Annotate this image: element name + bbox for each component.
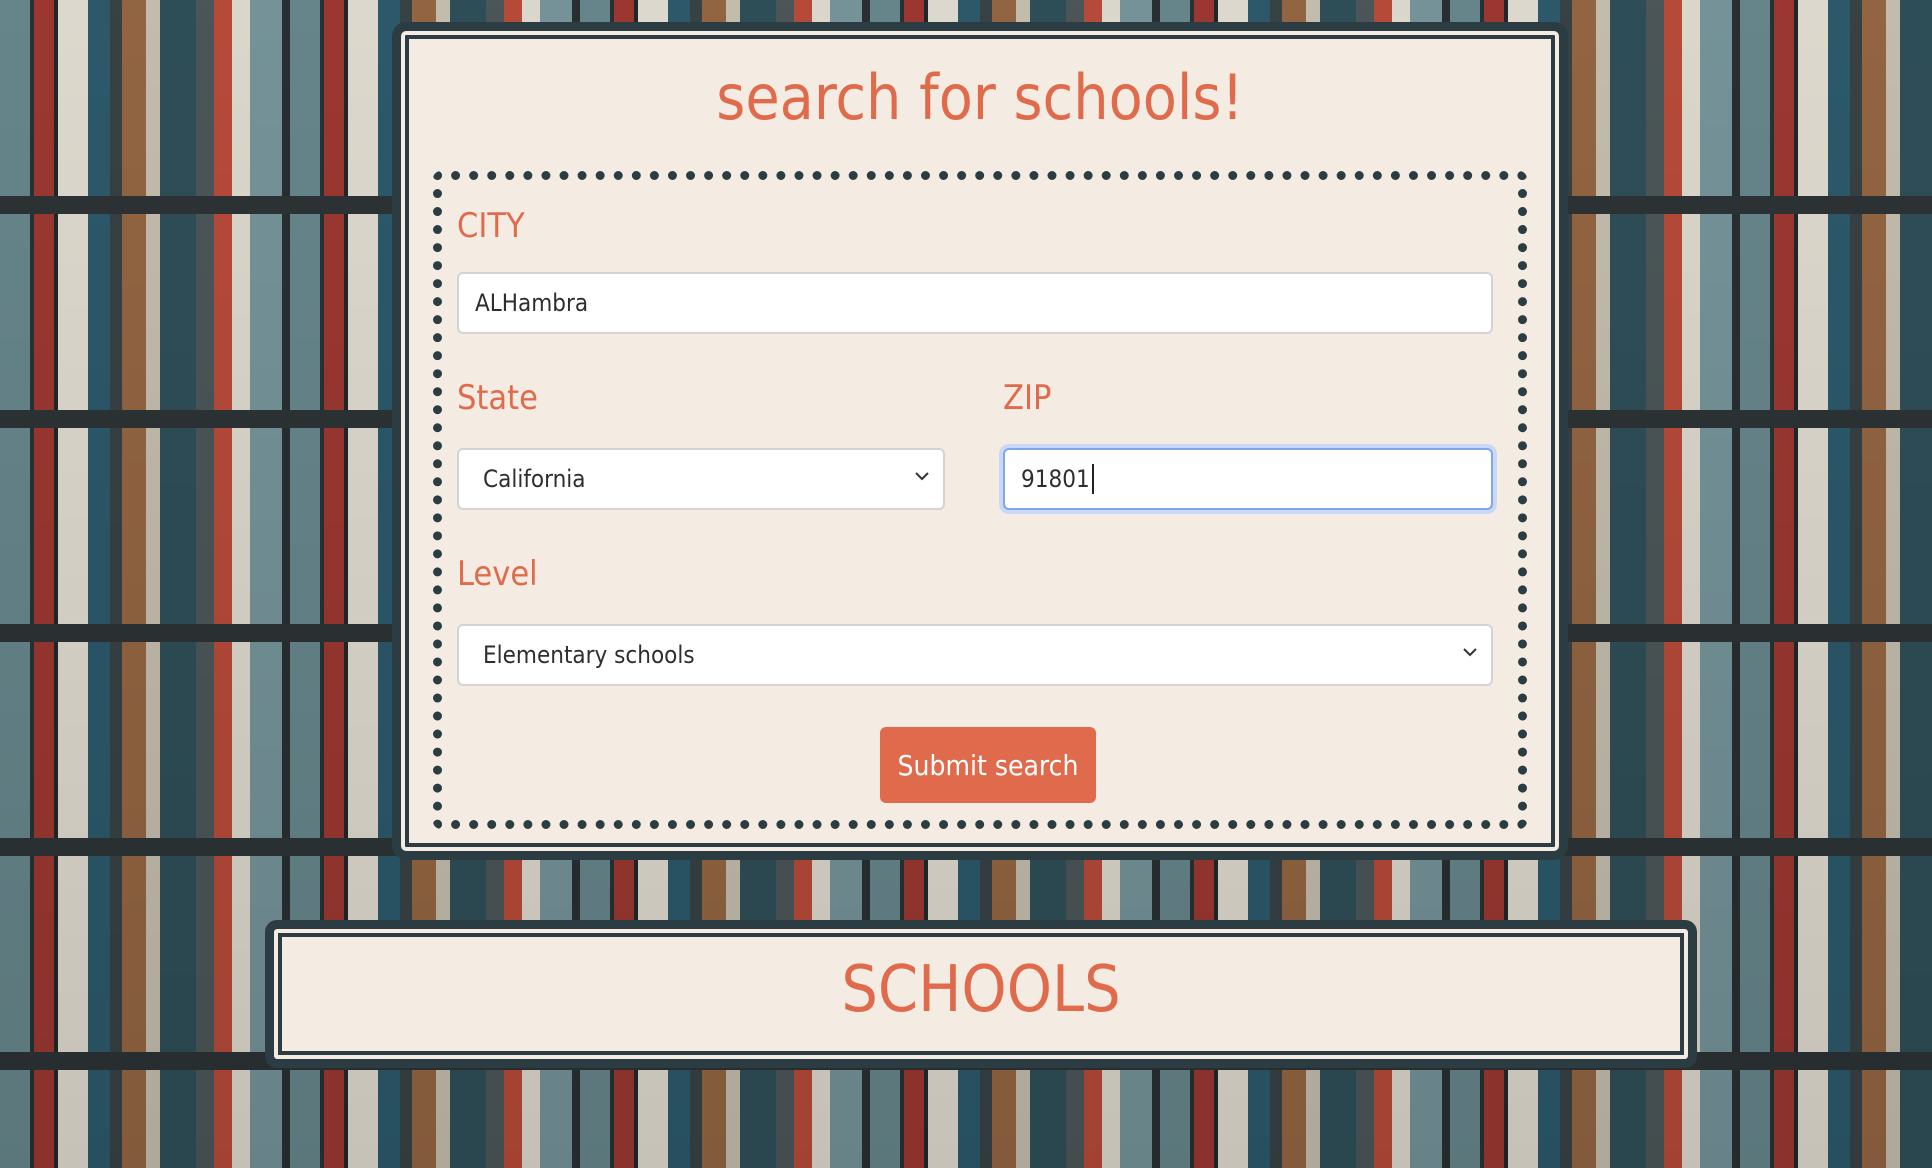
submit-search-button[interactable]: Submit search [880,727,1096,803]
city-input[interactable]: ALHambra [457,272,1493,334]
search-form: CITY ALHambra State California ZIP 91801… [433,171,1527,829]
level-selected-value: Elementary schools [483,641,695,669]
results-card: SCHOOLS [265,920,1697,1068]
text-cursor [1091,464,1094,494]
state-selected-value: California [483,465,586,493]
state-select[interactable]: California [457,448,945,510]
state-label: State [457,378,538,418]
search-title: search for schools! [716,61,1244,134]
chevron-down-icon [915,472,929,481]
search-card: search for schools! CITY ALHambra State … [392,22,1568,860]
city-label: CITY [457,206,525,246]
level-select[interactable]: Elementary schools [457,624,1493,686]
results-title: SCHOOLS [841,953,1121,1027]
zip-value: 91801 [1021,465,1090,493]
city-value: ALHambra [475,289,589,317]
zip-input[interactable]: 91801 [1003,448,1493,510]
zip-label: ZIP [1003,378,1052,418]
level-label: Level [457,554,538,594]
chevron-down-icon [1463,648,1477,657]
